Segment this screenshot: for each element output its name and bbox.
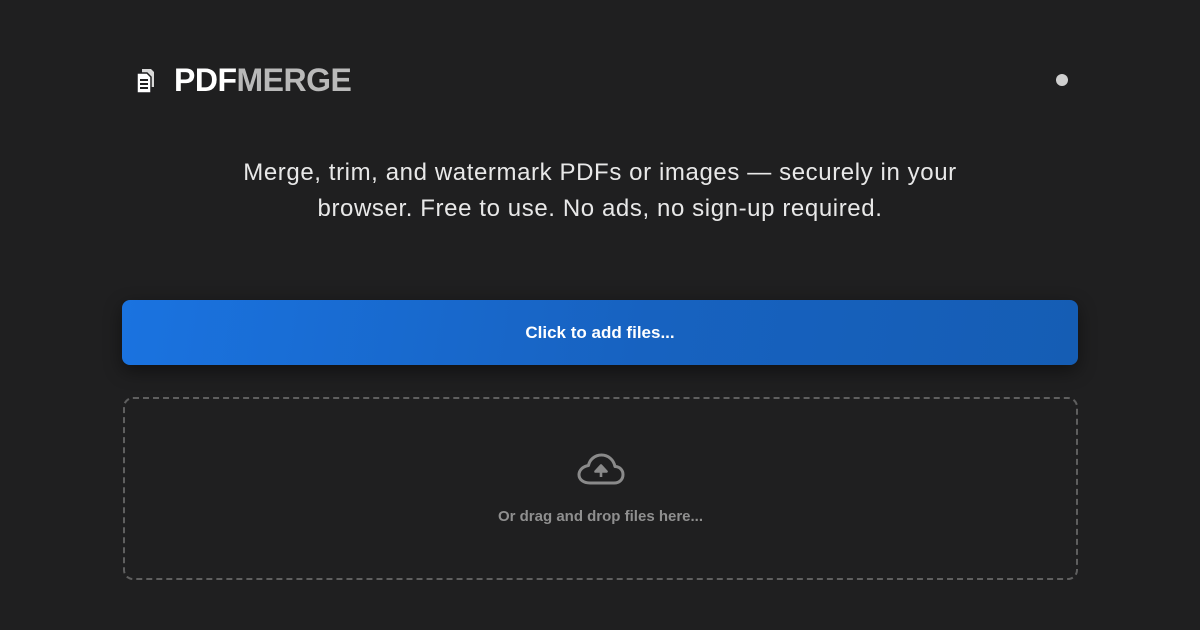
add-files-button[interactable]: Click to add files... — [122, 300, 1078, 365]
drop-zone-text: Or drag and drop files here... — [497, 508, 704, 525]
tagline-line-2: browser. Free to use. No ads, no sign-up… — [317, 195, 883, 222]
brand-name: PDFMERGE — [174, 62, 352, 98]
tagline: Merge, trim, and watermark PDFs or image… — [150, 155, 1050, 227]
brand-name-pdf: PDF — [174, 62, 237, 98]
theme-toggle-button[interactable] — [1056, 74, 1068, 86]
page: PDFMERGE Merge, trim, and watermark PDFs… — [0, 0, 1200, 630]
stacked-documents-icon — [136, 69, 154, 94]
drop-zone[interactable]: Or drag and drop files here... — [123, 397, 1078, 580]
cloud-upload-icon — [577, 453, 624, 485]
tagline-line-1: Merge, trim, and watermark PDFs or image… — [243, 159, 957, 186]
brand-name-merge: MERGE — [236, 62, 352, 98]
brand-logo[interactable]: PDFMERGE — [134, 62, 352, 98]
header: PDFMERGE — [134, 58, 1070, 102]
